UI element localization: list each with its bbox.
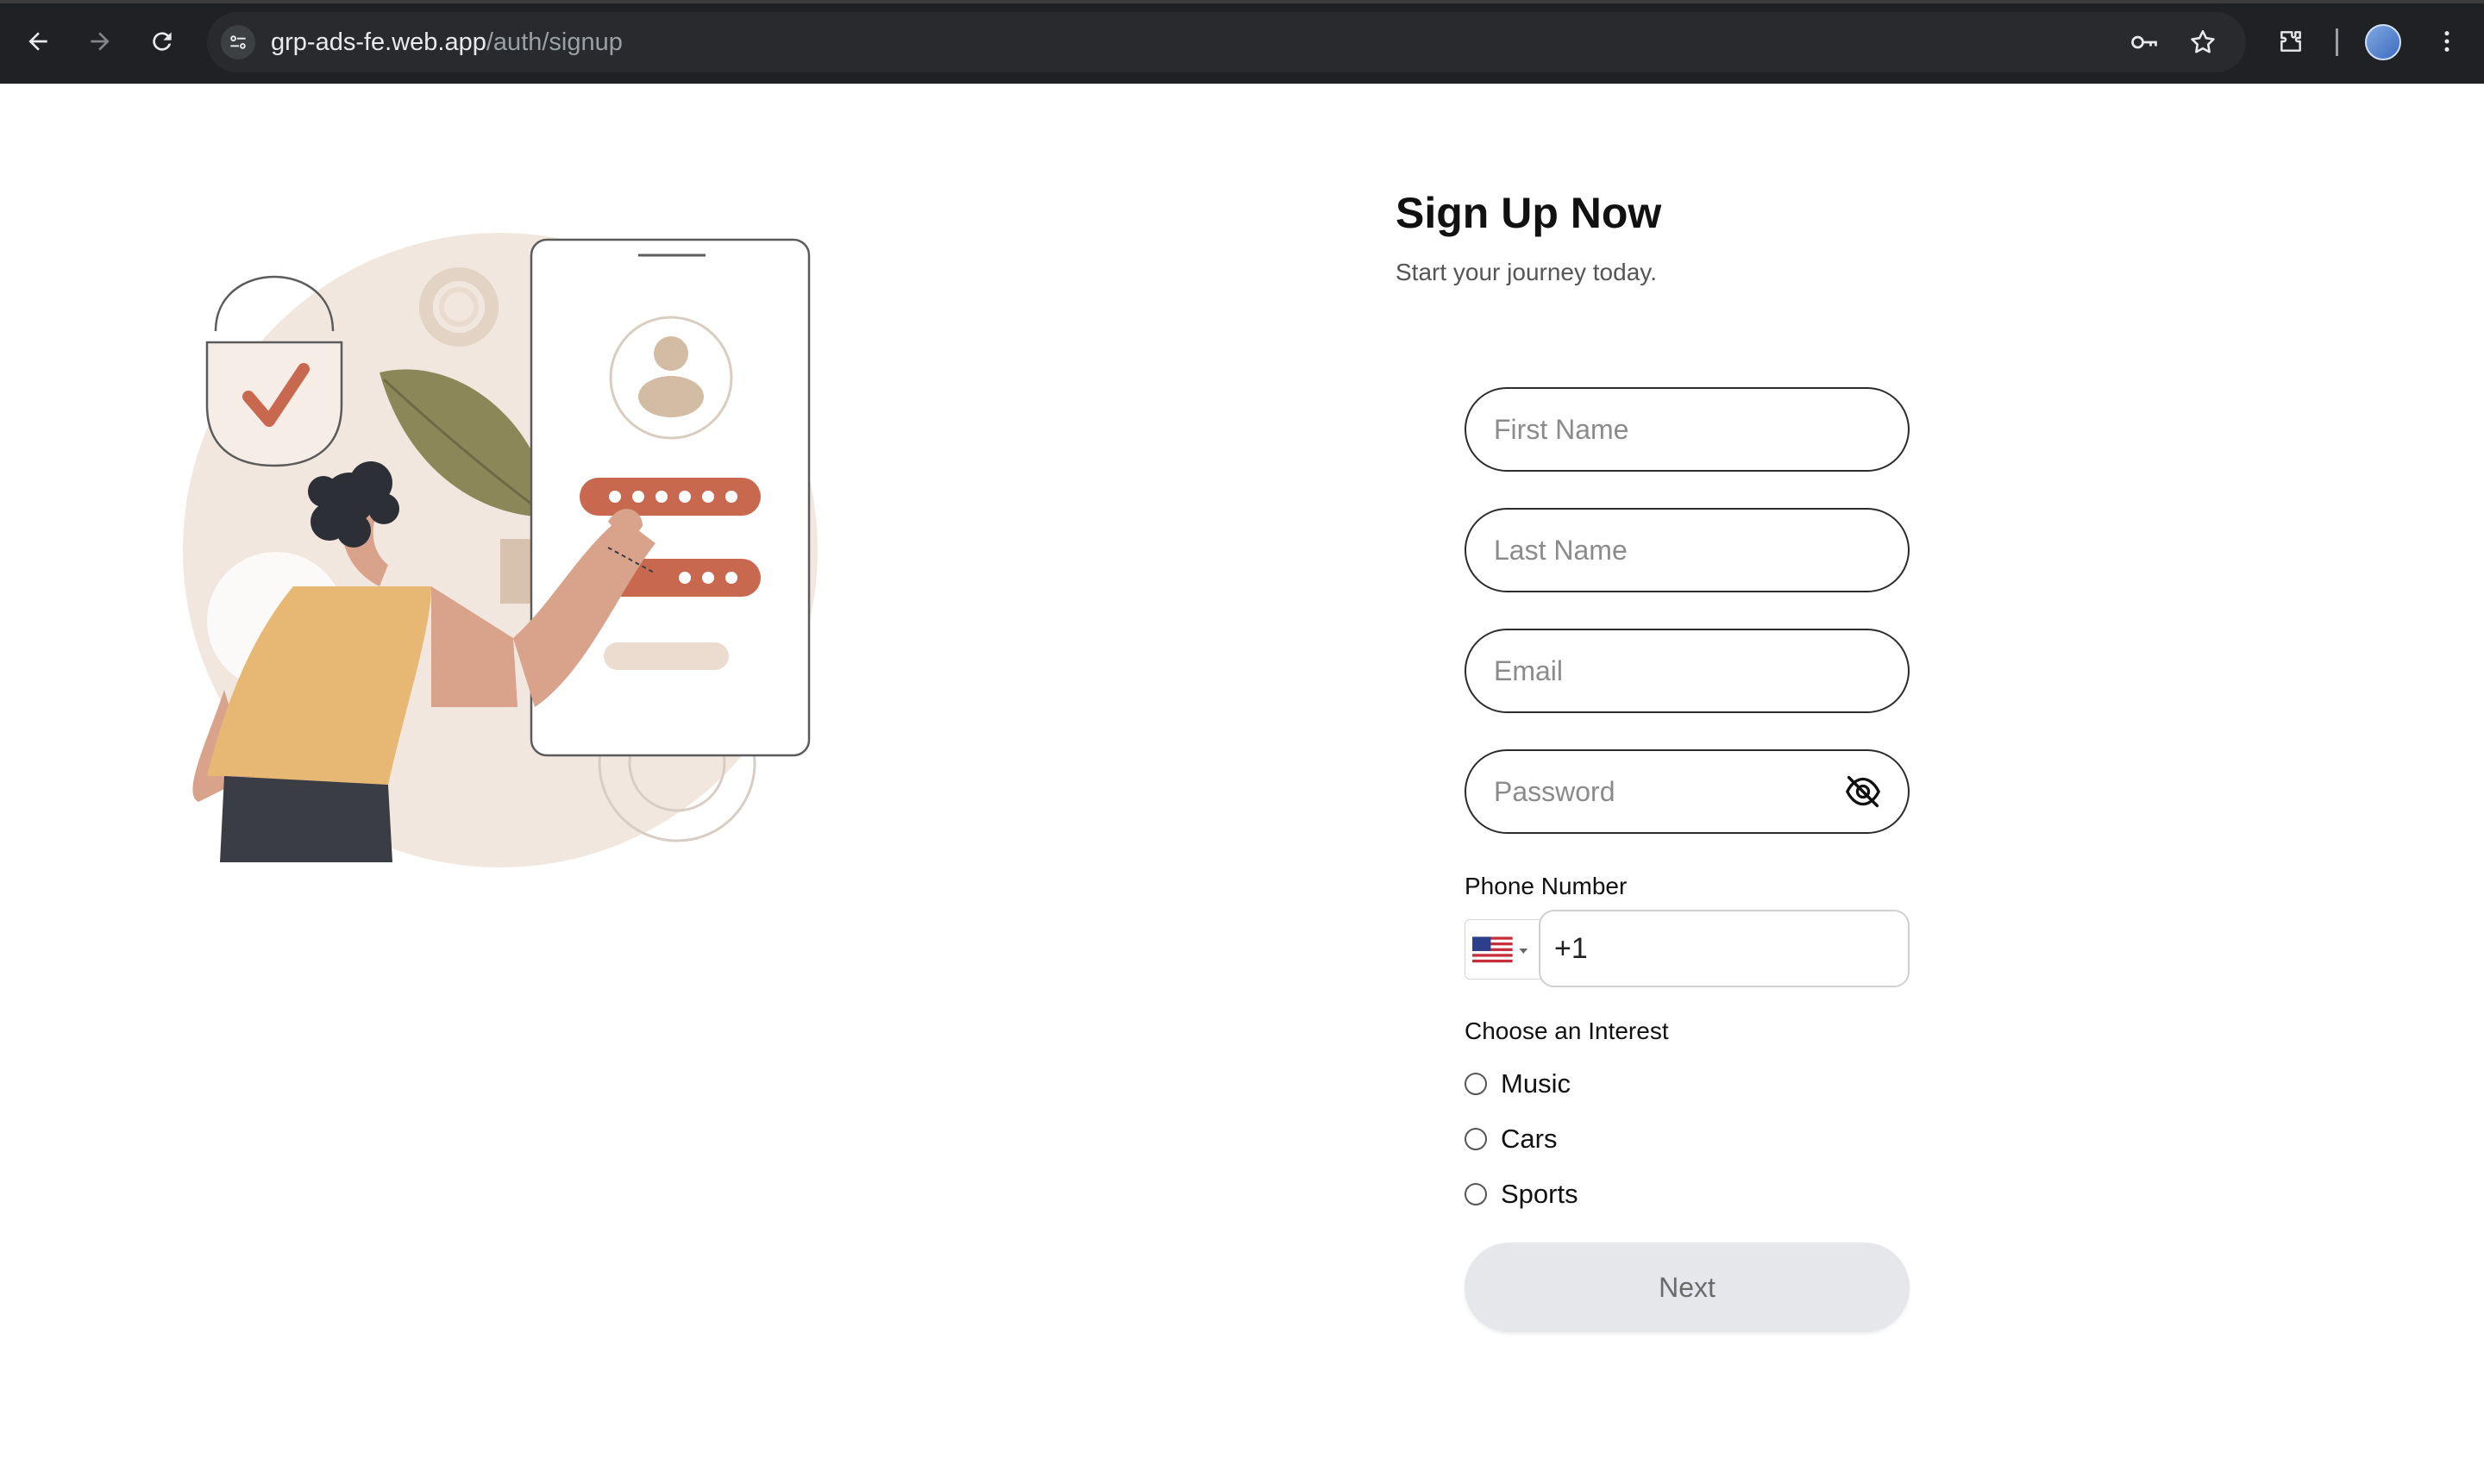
- phone-field[interactable]: [1539, 910, 1910, 987]
- phone-input[interactable]: [1554, 911, 1891, 986]
- interest-option-music[interactable]: Music: [1465, 1067, 1571, 1101]
- interest-option-label: Cars: [1501, 1124, 1558, 1154]
- password-input[interactable]: [1494, 751, 1856, 832]
- reload-button[interactable]: [141, 21, 183, 62]
- tab-strip-edge: [0, 0, 2484, 3]
- extensions-button[interactable]: [2270, 21, 2312, 62]
- site-info-icon[interactable]: [221, 25, 255, 59]
- bookmark-star-icon[interactable]: [2186, 25, 2220, 59]
- password-field[interactable]: [1465, 749, 1910, 834]
- phone-label: Phone Number: [1465, 873, 1628, 899]
- url-host: grp-ads-fe.web.app: [271, 28, 486, 56]
- arrow-left-icon: [28, 32, 47, 51]
- url-text[interactable]: grp-ads-fe.web.app/auth/signup: [271, 28, 623, 57]
- reload-icon: [153, 32, 172, 51]
- interest-option-label: Music: [1501, 1068, 1571, 1099]
- arrow-right-icon: [91, 32, 110, 51]
- signup-illustration: [183, 233, 818, 867]
- next-button[interactable]: Next: [1465, 1243, 1910, 1332]
- toolbar-divider: [2336, 28, 2338, 56]
- forward-button[interactable]: [79, 21, 121, 62]
- interest-option-sports[interactable]: Sports: [1465, 1177, 1578, 1212]
- menu-button[interactable]: [2426, 21, 2468, 62]
- profile-avatar[interactable]: [2365, 24, 2401, 60]
- email-field[interactable]: [1465, 629, 1910, 713]
- back-button[interactable]: [17, 21, 59, 62]
- page-subtitle: Start your journey today.: [1396, 259, 1657, 285]
- kebab-menu-icon: [2444, 31, 2450, 52]
- interest-option-label: Sports: [1501, 1179, 1578, 1209]
- interest-label: Choose an Interest: [1465, 1018, 1669, 1044]
- url-path: /auth/signup: [486, 28, 623, 56]
- puzzle-icon: [2280, 31, 2301, 52]
- email-input[interactable]: [1494, 630, 1856, 711]
- address-bar[interactable]: grp-ads-fe.web.app/auth/signup: [207, 12, 2246, 72]
- last-name-field[interactable]: [1465, 508, 1910, 592]
- eye-off-icon[interactable]: [1844, 774, 1882, 809]
- interest-option-cars[interactable]: Cars: [1465, 1122, 1557, 1156]
- radio-button[interactable]: [1465, 1128, 1487, 1150]
- browser-toolbar: grp-ads-fe.web.app/auth/signup: [0, 0, 2484, 84]
- radio-button[interactable]: [1465, 1183, 1487, 1205]
- us-flag-icon: [1472, 936, 1528, 966]
- password-key-icon[interactable]: [2127, 25, 2161, 59]
- country-code-select[interactable]: [1465, 919, 1542, 980]
- last-name-input[interactable]: [1494, 510, 1856, 591]
- first-name-field[interactable]: [1465, 387, 1910, 472]
- radio-button[interactable]: [1465, 1073, 1487, 1095]
- page-title: Sign Up Now: [1396, 189, 1662, 237]
- first-name-input[interactable]: [1494, 389, 1856, 470]
- next-button-label: Next: [1659, 1271, 1716, 1303]
